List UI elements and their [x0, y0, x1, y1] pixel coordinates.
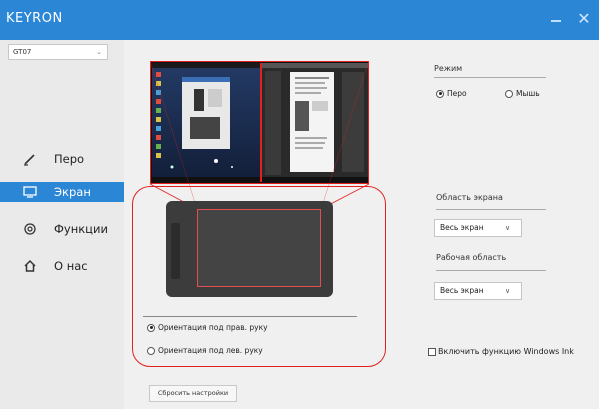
work-area-label: Рабочая область	[436, 253, 507, 262]
work-area-dropdown[interactable]: Весь экран ∨	[434, 282, 522, 300]
divider	[434, 77, 546, 78]
radio-unchecked-icon[interactable]	[147, 346, 155, 355]
divider	[436, 270, 546, 271]
radio-checked-icon[interactable]	[147, 323, 155, 332]
tablet-image	[166, 201, 333, 297]
screen-area-label: Область экрана	[436, 193, 503, 202]
mode-label: Режим	[434, 64, 463, 73]
mode-mouse-label: Мышь	[516, 89, 540, 98]
reset-settings-button[interactable]: Сбросить настройки	[149, 385, 237, 402]
orientation-right-label: Ориентация под прав. руку	[158, 323, 268, 332]
orientation-left-label: Ориентация под лев. руку	[158, 346, 263, 355]
radio-checked-icon[interactable]	[436, 89, 444, 98]
tablet-active-area	[197, 209, 321, 287]
mode-pen-option[interactable]: Перо	[436, 89, 467, 98]
radio-unchecked-icon[interactable]	[505, 89, 513, 98]
screen-area-dropdown[interactable]: Весь экран ∨	[434, 219, 522, 237]
work-area-value: Весь экран	[440, 286, 484, 295]
chevron-down-icon: ∨	[505, 224, 511, 232]
orientation-left-option[interactable]: Ориентация под лев. руку	[147, 346, 263, 355]
chevron-down-icon: ∨	[505, 287, 511, 295]
windows-ink-label: Включить функцию Windows Ink	[438, 347, 574, 356]
mode-mouse-option[interactable]: Мышь	[505, 89, 540, 98]
screen-area-value: Весь экран	[440, 223, 484, 232]
tablet-express-keys	[171, 223, 180, 279]
mode-pen-label: Перо	[447, 89, 467, 98]
divider	[436, 209, 546, 210]
orientation-right-option[interactable]: Ориентация под прав. руку	[147, 323, 268, 332]
windows-ink-option[interactable]: Включить функцию Windows Ink	[428, 347, 574, 356]
divider	[143, 316, 357, 317]
checkbox-icon[interactable]	[428, 347, 436, 356]
